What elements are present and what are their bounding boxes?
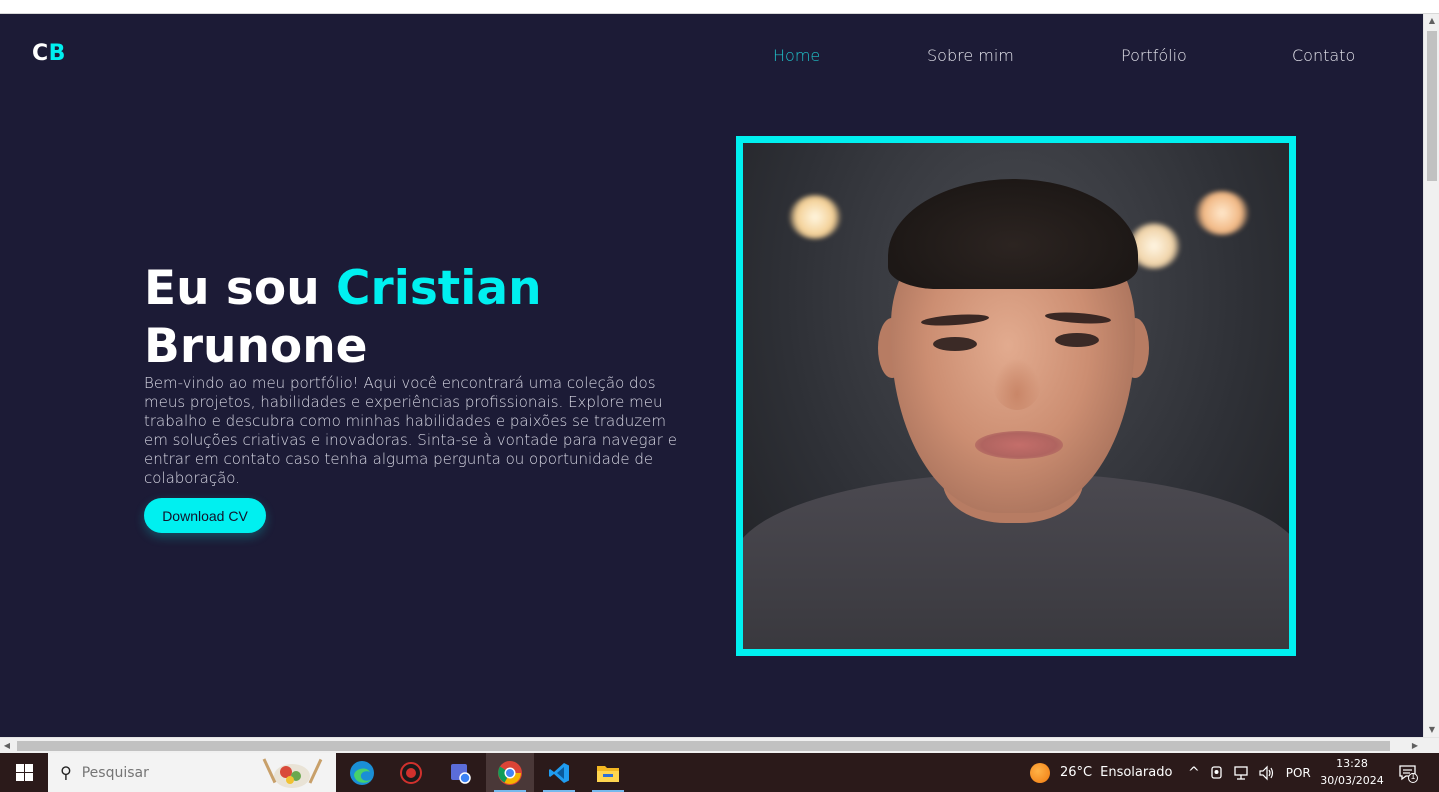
- notification-center-button[interactable]: 1: [1398, 763, 1418, 783]
- bokeh-light: [789, 195, 841, 239]
- scroll-left-icon[interactable]: ◀: [0, 738, 14, 754]
- sun-icon: [1030, 762, 1050, 783]
- edge-logo-icon: [350, 760, 374, 785]
- profile-photo: [743, 143, 1289, 649]
- horizontal-scroll-thumb[interactable]: [17, 741, 1390, 751]
- hero-title-prefix: Eu sou: [144, 261, 337, 316]
- search-highlight-icon: [262, 758, 323, 788]
- windows-taskbar: ⚲ Pesquisar 26°C Ensolarado ^ POR 13:28 …: [0, 753, 1439, 792]
- nav-link-contato[interactable]: Contato: [1292, 46, 1355, 65]
- hero-title-rest: Brunone: [144, 319, 368, 374]
- remote-app-icon[interactable]: [436, 753, 484, 792]
- photo-hair: [888, 179, 1138, 289]
- taskbar-search[interactable]: ⚲: [48, 753, 336, 792]
- scroll-down-icon[interactable]: ▼: [1424, 723, 1439, 737]
- language-indicator[interactable]: POR: [1286, 766, 1311, 780]
- hero-title-accent: Cristian: [336, 261, 542, 316]
- horizontal-scrollbar[interactable]: ◀ ▶: [0, 737, 1439, 753]
- shield-app-icon[interactable]: [387, 753, 435, 792]
- weather-widget[interactable]: 26°C Ensolarado: [1030, 753, 1172, 792]
- photo-nose: [993, 358, 1041, 410]
- meet-now-icon[interactable]: [1210, 765, 1224, 781]
- clock-date: 30/03/2024: [1320, 774, 1384, 787]
- tray-icons: ^ POR: [1188, 753, 1311, 792]
- photo-eye: [1055, 333, 1099, 347]
- volume-icon[interactable]: [1258, 765, 1276, 781]
- vscode-logo-icon: [549, 762, 569, 783]
- nav-link-sobre-mim[interactable]: Sobre mim: [927, 46, 1014, 65]
- nav-link-home[interactable]: Home: [773, 46, 820, 65]
- bokeh-light: [1195, 191, 1249, 235]
- taskbar-search-input[interactable]: [81, 764, 242, 781]
- scroll-right-icon[interactable]: ▶: [1408, 738, 1422, 754]
- vertical-scroll-thumb[interactable]: [1427, 31, 1437, 181]
- search-icon: ⚲: [60, 763, 72, 782]
- browser-top-strip: [0, 0, 1439, 14]
- photo-eye: [933, 337, 977, 351]
- page-viewport: CB Home Sobre mim Portfólio Contato Eu s…: [0, 14, 1423, 737]
- chevron-up-icon[interactable]: ^: [1188, 765, 1200, 781]
- network-icon[interactable]: [1232, 765, 1250, 781]
- hero-title: Eu sou Cristian Brunone: [144, 260, 704, 376]
- hero-description: Bem-vindo ao meu portfólio! Aqui você en…: [144, 374, 677, 487]
- weather-temp: 26°C: [1060, 765, 1093, 780]
- vscode-icon[interactable]: [535, 753, 583, 792]
- download-cv-button[interactable]: Download CV: [144, 498, 266, 533]
- folder-icon: [597, 765, 619, 782]
- chrome-icon[interactable]: [486, 753, 534, 792]
- notification-count: 1: [1410, 772, 1416, 781]
- photo-mouth: [975, 431, 1063, 459]
- windows-logo-icon: [15, 764, 33, 781]
- main-nav: Home Sobre mim Portfólio Contato: [0, 46, 1423, 68]
- file-explorer-icon[interactable]: [584, 753, 632, 792]
- edge-icon[interactable]: [338, 753, 386, 792]
- weather-condition: Ensolarado: [1100, 765, 1173, 780]
- shield-app-logo-icon: [400, 761, 422, 784]
- taskbar-clock[interactable]: 13:28 30/03/2024: [1316, 755, 1388, 789]
- nav-link-portfolio[interactable]: Portfólio: [1121, 46, 1187, 65]
- profile-photo-frame: [736, 136, 1296, 656]
- chrome-logo-icon: [498, 760, 522, 785]
- scroll-up-icon[interactable]: ▲: [1424, 14, 1439, 28]
- start-button[interactable]: [0, 753, 48, 792]
- remote-app-logo-icon: [451, 763, 471, 784]
- clock-time: 13:28: [1336, 757, 1368, 770]
- vertical-scrollbar[interactable]: ▲ ▼: [1423, 14, 1439, 737]
